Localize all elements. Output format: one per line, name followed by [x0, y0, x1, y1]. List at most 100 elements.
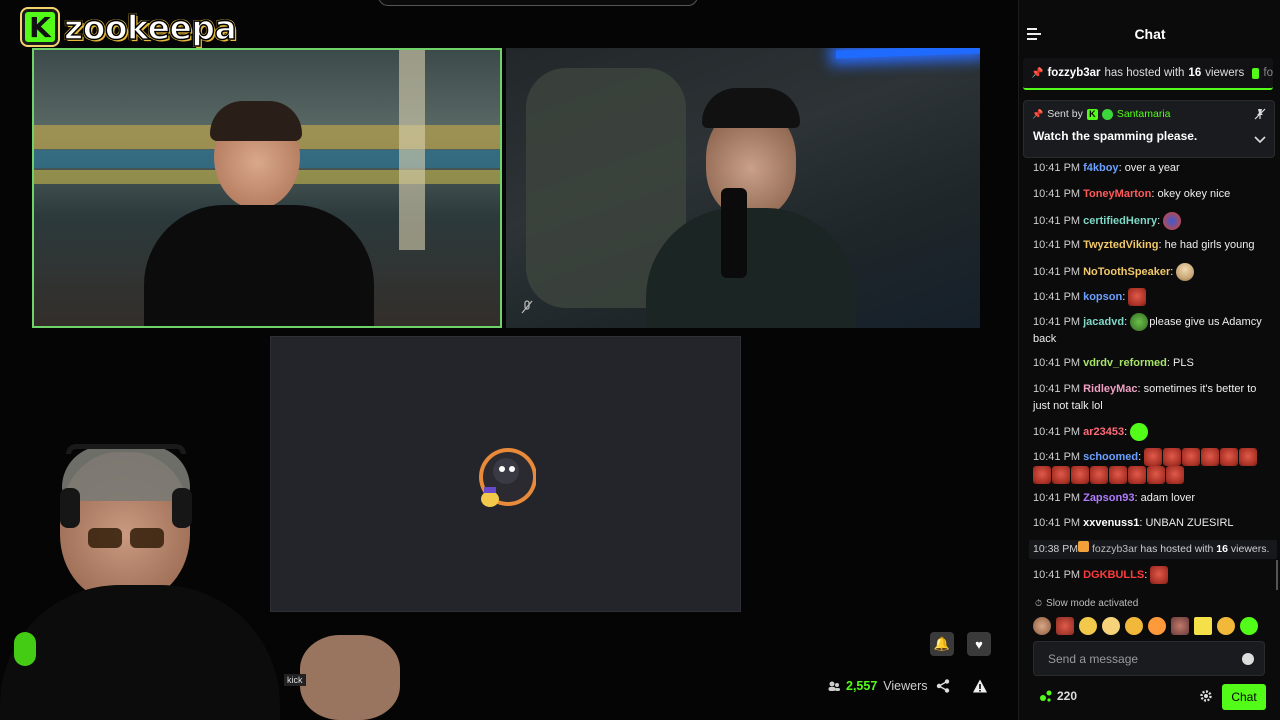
chat-emote-icon[interactable]: [1090, 466, 1108, 484]
kick-overlay-label: kick: [284, 674, 306, 686]
message-username[interactable]: kopson: [1083, 291, 1122, 303]
chat-emote-icon[interactable]: [1201, 448, 1220, 466]
message-username[interactable]: f4kboy: [1083, 162, 1118, 174]
kick-badge-icon: K: [1086, 108, 1098, 120]
message-username[interactable]: certifiedHenry: [1083, 215, 1157, 227]
send-chat-button[interactable]: Chat: [1222, 684, 1266, 710]
chat-emote-icon[interactable]: [1220, 448, 1239, 466]
message-time: 10:41 PM: [1033, 239, 1081, 251]
chat-emote-icon[interactable]: [1128, 288, 1147, 306]
channel-points[interactable]: 220: [1039, 689, 1077, 703]
emote-music-icon[interactable]: [1240, 617, 1258, 635]
mic-muted-icon: [521, 300, 533, 314]
emoji-picker-icon[interactable]: [1242, 653, 1254, 665]
message-username[interactable]: TwyztedViking: [1083, 239, 1158, 251]
chevron-down-icon[interactable]: [1254, 135, 1266, 145]
chat-input-box[interactable]: [1033, 641, 1265, 676]
emote-tongue-icon[interactable]: [1148, 617, 1166, 635]
message-text: okey okey nice: [1157, 188, 1231, 200]
unpin-icon[interactable]: [1254, 108, 1266, 120]
chat-emote-icon[interactable]: [1147, 466, 1165, 484]
message-time: 10:41 PM: [1033, 357, 1081, 369]
message-username[interactable]: ar23453: [1083, 426, 1124, 438]
chat-message: 10:41 PM ar23453:: [1033, 423, 1269, 441]
emote-scream-icon[interactable]: [1102, 617, 1120, 635]
emote-pray-icon[interactable]: [1079, 617, 1097, 635]
chat-message-list: 10:41 PM f4kboy: over a year 10:41 PM Toney…: [1019, 160, 1280, 596]
host-banner[interactable]: 📌 fozzyb3ar has hosted with 16 viewers f…: [1023, 58, 1273, 90]
message-username[interactable]: RidleyMac: [1083, 383, 1137, 395]
chat-emote-icon[interactable]: [1163, 212, 1182, 230]
host-banner-text-after: viewers: [1205, 67, 1245, 79]
pinned-moderator-name[interactable]: Santamaria: [1117, 108, 1171, 120]
viewer-count-number: 2,557: [846, 679, 878, 693]
top-search-bar[interactable]: [378, 0, 698, 6]
emote-wink-icon[interactable]: [1217, 617, 1235, 635]
pinned-message-text: Watch the spamming please.: [1033, 129, 1198, 143]
chat-emote-icon[interactable]: [1239, 448, 1258, 466]
message-username[interactable]: Zapson93: [1083, 492, 1134, 504]
emote-man-icon[interactable]: [1171, 617, 1189, 635]
message-username[interactable]: DGKBULLS: [1083, 569, 1144, 581]
message-time: 10:41 PM: [1033, 315, 1081, 328]
points-icon: [1040, 690, 1052, 702]
channel-name-overlay: zookeepa: [63, 7, 237, 48]
chat-emote-icon[interactable]: [1166, 466, 1184, 484]
message-text: over a year: [1124, 162, 1180, 174]
chat-message-input[interactable]: [1034, 642, 1234, 675]
emote-thinking-icon[interactable]: [1125, 617, 1143, 635]
guest-webcam-left: [32, 48, 502, 328]
message-username[interactable]: vdrdv_reformed: [1083, 357, 1167, 369]
pinned-message[interactable]: 📌 Sent by K Santamaria Watch the spammin…: [1023, 100, 1275, 158]
message-time: 10:41 PM: [1033, 188, 1081, 200]
message-time: 10:41 PM: [1033, 492, 1081, 504]
share-icon[interactable]: [935, 678, 951, 694]
chat-message: 10:41 PM jacadvd: please give us Adamcy b…: [1033, 313, 1269, 348]
message-time: 10:41 PM: [1033, 568, 1081, 581]
notifications-button[interactable]: 🔔: [930, 632, 954, 656]
message-username[interactable]: jacadvd: [1083, 316, 1124, 328]
chat-message: 10:41 PM ToneyMarton: okey okey nice: [1033, 186, 1269, 203]
chat-emote-icon[interactable]: [1128, 466, 1146, 484]
pin-icon: 📌: [1032, 108, 1044, 119]
host-user[interactable]: fozzyb3ar: [1092, 543, 1138, 555]
pin-icon: 📌: [1031, 67, 1044, 79]
chat-emote-icon[interactable]: [1182, 448, 1201, 466]
message-text: UNBAN ZUESIRL: [1145, 517, 1234, 529]
chat-scrollbar[interactable]: [1276, 560, 1278, 590]
emote-face-icon[interactable]: [1056, 617, 1074, 635]
chat-emote-icon[interactable]: [1033, 466, 1051, 484]
chat-emote-icon[interactable]: [1130, 313, 1149, 331]
chat-emote-icon[interactable]: [1109, 466, 1127, 484]
heart-icon: ♥: [975, 636, 983, 652]
chat-message: 10:41 PM RidleyMac: sometimes it's better…: [1033, 381, 1269, 415]
message-username[interactable]: xxvenuss1: [1083, 517, 1139, 529]
chat-emote-icon[interactable]: [1130, 423, 1149, 441]
message-time: 10:38 PM: [1033, 543, 1078, 555]
chat-emote-icon[interactable]: [1071, 466, 1089, 484]
chat-message: 10:41 PM schoomed:: [1033, 448, 1269, 484]
chat-emote-icon[interactable]: [1150, 566, 1169, 584]
stream-player[interactable]: K zookeepa kick 🔔 ♥ 2,557 Viewers: [0, 0, 1018, 720]
chat-panel: Chat 📌 fozzyb3ar has hosted with 16 view…: [1018, 0, 1280, 720]
follow-button[interactable]: ♥: [967, 632, 991, 656]
gear-icon[interactable]: [1199, 689, 1213, 703]
pinned-sender: 📌 Sent by K Santamaria: [1032, 108, 1171, 120]
chat-emote-icon[interactable]: [1163, 448, 1182, 466]
points-count: 220: [1057, 689, 1078, 703]
host-viewers: 16: [1216, 543, 1228, 555]
message-username[interactable]: NoToothSpeaker: [1083, 266, 1170, 278]
chat-message: 10:41 PM certifiedHenry:: [1033, 212, 1269, 230]
host-banner-viewers: 16: [1188, 67, 1202, 79]
chat-emote-icon[interactable]: [1176, 263, 1195, 281]
report-warning-icon[interactable]: [972, 678, 988, 694]
message-username[interactable]: schoomed: [1083, 451, 1138, 463]
host-kick-badge-icon: [1077, 541, 1089, 552]
viewers-icon: [828, 681, 840, 691]
emote-sparkle-icon[interactable]: [1194, 617, 1212, 635]
message-username[interactable]: ToneyMarton: [1083, 188, 1151, 200]
chat-emote-icon[interactable]: [1144, 448, 1163, 466]
slow-mode-text: Slow mode activated: [1046, 598, 1139, 609]
chat-emote-icon[interactable]: [1052, 466, 1070, 484]
emote-bald-icon[interactable]: [1033, 617, 1051, 635]
